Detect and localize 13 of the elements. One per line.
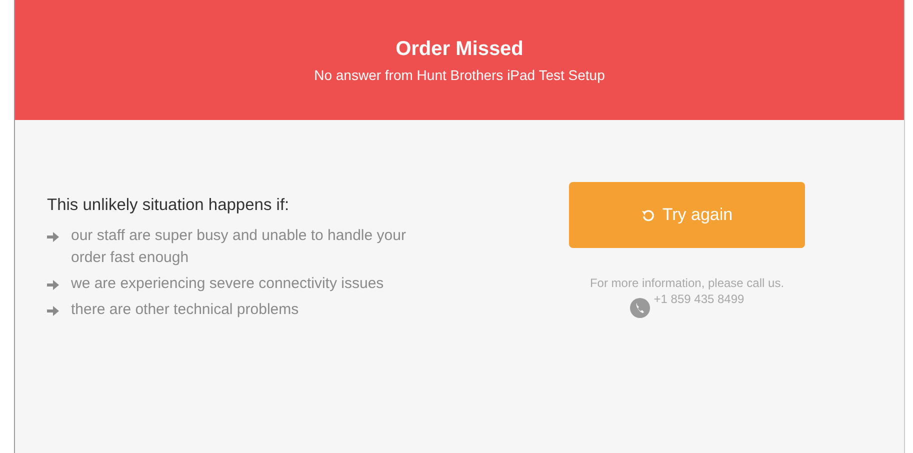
refresh-icon xyxy=(641,208,656,222)
reasons-heading: This unlikely situation happens if: xyxy=(47,196,290,215)
reason-text: we are experiencing severe connectivity issues xyxy=(71,274,384,294)
arrow-icon xyxy=(47,280,59,290)
contact-note: For more information, please call us. xyxy=(590,276,784,290)
reason-text: there are other technical problems xyxy=(71,300,299,320)
dialog-subtitle: No answer from Hunt Brothers iPad Test Setup xyxy=(314,66,605,82)
dialog-title: Order Missed xyxy=(396,38,524,60)
phone-number: +1 859 435 8499 xyxy=(654,292,744,306)
arrow-icon xyxy=(47,306,59,316)
arrow-icon xyxy=(47,232,59,242)
try-again-button[interactable]: Try again xyxy=(569,182,805,248)
phone-icon xyxy=(630,298,650,318)
